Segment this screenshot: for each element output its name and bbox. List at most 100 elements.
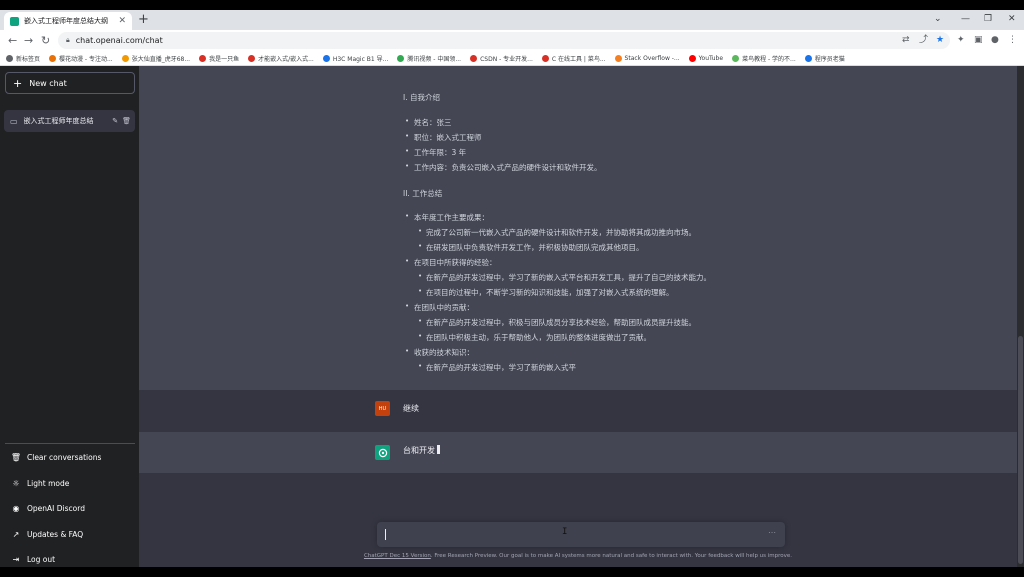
updates-faq-link[interactable]: ↗ Updates & FAQ: [5, 525, 135, 543]
bookmark-favicon-icon: [322, 55, 330, 62]
bookmark-star-icon[interactable]: ★: [936, 34, 944, 47]
list-item: 职位：嵌入式工程师: [414, 133, 482, 142]
forward-icon[interactable]: →: [24, 34, 33, 48]
browser-toolbar: ← → ↻ 🔒︎ chat.openai.com/chat ⇄ ⤴ ★ ✦ ▣ …: [0, 30, 1024, 52]
bookmark-item[interactable]: C 在线工具 | 菜鸟...: [541, 54, 606, 63]
version-link[interactable]: ChatGPT Dec 15 Version: [364, 553, 431, 559]
plus-icon: +: [13, 76, 23, 90]
discord-icon: ◉: [12, 503, 20, 513]
send-icon[interactable]: ⋯: [768, 528, 776, 537]
user-avatar: HU: [375, 401, 390, 416]
menu-dots-icon[interactable]: ⋮: [1008, 34, 1017, 47]
section-heading: I. 自我介绍: [403, 93, 440, 102]
section-heading: II. 工作总结: [403, 189, 443, 198]
scrollbar-thumb[interactable]: [1018, 336, 1023, 564]
bookmark-item[interactable]: 程序员老猫: [804, 54, 845, 63]
bookmark-label: H3C Magic B1 导...: [332, 56, 389, 63]
light-mode-label: Light mode: [27, 478, 70, 488]
clear-conversations-label: Clear conversations: [27, 452, 102, 462]
bookmark-label: Stack Overflow -...: [624, 55, 680, 62]
bookmark-favicon-icon: [199, 55, 207, 62]
bookmark-label: 新标签页: [16, 56, 41, 63]
close-window-icon[interactable]: ✕: [1008, 13, 1016, 25]
bookmark-item[interactable]: 新标签页: [6, 54, 40, 63]
logout-icon: ⇥: [12, 554, 20, 564]
extensions-icon[interactable]: ✦: [957, 34, 965, 47]
address-bar[interactable]: 🔒︎ chat.openai.com/chat: [58, 32, 950, 49]
reload-icon[interactable]: ↻: [41, 34, 50, 48]
list-item: 在新产品的开发过程中，积极与团队成员分享技术经验，帮助团队成员提升技能。: [426, 318, 696, 327]
bookmark-label: 腾讯视频 - 中国领...: [407, 56, 462, 63]
new-tab-icon[interactable]: +: [138, 12, 149, 28]
light-mode-button[interactable]: ☼ Light mode: [5, 474, 135, 492]
discord-label: OpenAI Discord: [27, 503, 85, 513]
bookmark-item[interactable]: CSDN - 专业开发...: [470, 54, 533, 63]
user-message-text: 继续: [403, 404, 419, 413]
share-icon[interactable]: ⤴: [919, 34, 928, 47]
bookmark-favicon-icon: [688, 55, 696, 62]
list-item: 本年度工作主要成果：: [414, 213, 489, 222]
bookmark-item[interactable]: 张大仙直播_虎牙68...: [121, 54, 191, 63]
new-chat-button[interactable]: + New chat: [5, 72, 135, 94]
list-item: 在团队中的贡献：: [414, 303, 474, 312]
sidepanel-icon[interactable]: ▣: [974, 34, 983, 47]
list-item: 在项目中所获得的经验：: [414, 258, 497, 267]
new-chat-label: New chat: [29, 78, 67, 88]
bookmark-label: YouTube: [698, 55, 724, 62]
typing-cursor: [437, 445, 440, 454]
tab-strip: 嵌入式工程师年度总结大纲 ✕ + ⌄ — ❐ ✕: [0, 10, 1024, 30]
list-item: 在团队中积极主动，乐于帮助他人，为团队的整体进度做出了贡献。: [426, 333, 651, 342]
sidebar: + New chat ▭ 嵌入式工程师年度总结 ✎ 🗑︎ 🗑︎ Clear co…: [0, 66, 139, 567]
bookmark-item[interactable]: 才能嵌入式/嵌入式...: [248, 54, 314, 63]
close-tab-icon[interactable]: ✕: [118, 16, 126, 26]
bookmark-item[interactable]: Stack Overflow -...: [614, 55, 680, 62]
list-item: 工作内容：负责公司嵌入式产品的硬件设计和软件开发。: [414, 163, 602, 172]
delete-icon[interactable]: 🗑︎: [122, 117, 131, 125]
bookmark-label: 我是一只鱼: [209, 56, 240, 63]
bookmark-item[interactable]: YouTube: [688, 55, 724, 62]
browser-tab[interactable]: 嵌入式工程师年度总结大纲 ✕: [4, 12, 132, 30]
conversation-item[interactable]: ▭ 嵌入式工程师年度总结 ✎ 🗑︎: [4, 110, 135, 132]
translate-icon[interactable]: ⇄: [902, 34, 910, 47]
bookmark-item[interactable]: H3C Magic B1 导...: [322, 54, 389, 63]
bookmark-favicon-icon: [248, 55, 256, 62]
bookmark-item[interactable]: 菜鸟教程 - 学的不...: [732, 54, 796, 63]
assistant-message: 台和开发: [139, 432, 1017, 473]
logout-button[interactable]: ⇥ Log out: [5, 550, 135, 567]
list-item: 完成了公司新一代嵌入式产品的硬件设计和软件开发，并协助将其成功推向市场。: [426, 228, 696, 237]
updates-faq-label: Updates & FAQ: [27, 529, 84, 539]
bookmark-label: 樱花动漫 - 专注动...: [59, 56, 113, 63]
discord-link[interactable]: ◉ OpenAI Discord: [5, 499, 135, 517]
profile-icon[interactable]: ●: [991, 34, 999, 47]
restore-icon[interactable]: ❐: [984, 13, 992, 25]
minimize-icon[interactable]: —: [961, 13, 970, 25]
assistant-message-text: 台和开发: [403, 445, 440, 456]
edit-icon[interactable]: ✎: [112, 117, 118, 125]
bookmark-favicon-icon: [6, 55, 13, 62]
openai-logo-icon: [375, 445, 390, 460]
bookmark-label: 程序员老猫: [814, 56, 845, 63]
bookmark-favicon-icon: [614, 55, 622, 62]
bookmark-favicon-icon: [121, 55, 129, 62]
bookmark-favicon-icon: [732, 55, 740, 62]
assistant-partial-text: 台和开发: [403, 446, 435, 455]
trash-icon: 🗑︎: [10, 452, 22, 462]
chevron-down-icon[interactable]: ⌄: [934, 13, 942, 25]
sidebar-divider: [5, 443, 135, 444]
clear-conversations-button[interactable]: 🗑︎ Clear conversations: [5, 448, 135, 466]
bookmark-item[interactable]: 我是一只鱼: [199, 54, 239, 63]
lock-icon[interactable]: 🔒︎: [66, 36, 70, 45]
bookmark-item[interactable]: 腾讯视频 - 中国领...: [397, 54, 461, 63]
list-item: 在新产品的开发过程中，学习了新的嵌入式平台和开发工具，提升了自己的技术能力。: [426, 273, 711, 282]
url-text: chat.openai.com/chat: [75, 36, 163, 45]
user-message: HU 继续: [139, 390, 1017, 432]
message-input[interactable]: ⋯: [377, 522, 785, 547]
sun-icon: ☼: [12, 478, 20, 488]
bookmark-label: C 在线工具 | 菜鸟...: [551, 56, 606, 63]
bookmark-label: 张大仙直播_虎牙68...: [131, 56, 191, 63]
bookmark-favicon-icon: [49, 55, 57, 62]
chat-bubble-icon: ▭: [10, 116, 18, 126]
chat-area: I. 自我介绍 • 姓名：张三 • 职位：嵌入式工程师 • 工作年限：3 年 •…: [139, 66, 1017, 567]
back-icon[interactable]: ←: [8, 34, 17, 48]
bookmark-item[interactable]: 樱花动漫 - 专注动...: [49, 54, 113, 63]
